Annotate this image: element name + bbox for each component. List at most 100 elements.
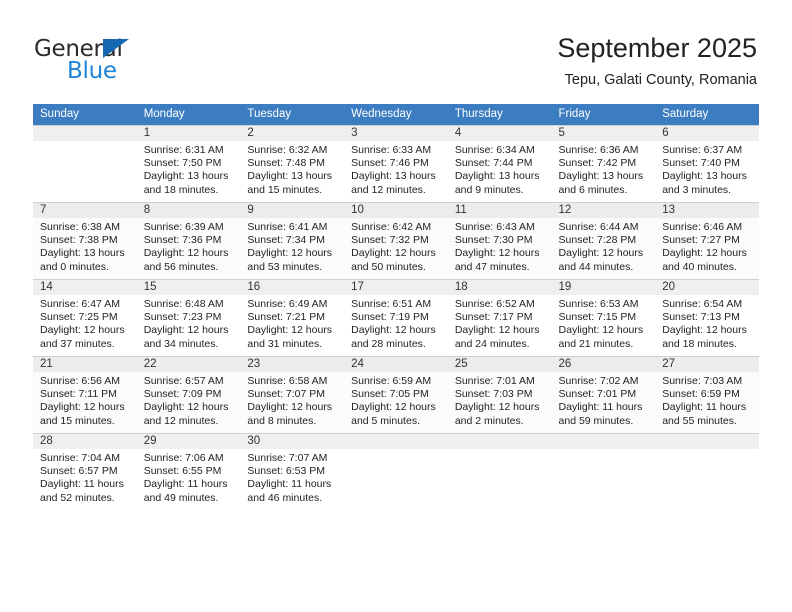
sunrise-text: Sunrise: 6:44 AM	[558, 221, 639, 233]
day-number	[447, 434, 552, 449]
day-number: 28	[33, 434, 137, 449]
daylight-text-line2: and 9 minutes.	[454, 183, 524, 196]
daylight-text-line1: Daylight: 12 hours	[558, 247, 644, 260]
day-cell[interactable]: 12 Sunrise: 6:44 AM Sunset: 7:28 PM Dayl…	[551, 202, 656, 280]
daylight-text-line2: and 18 minutes.	[662, 337, 737, 350]
day-cell[interactable]: 6 Sunrise: 6:37 AM Sunset: 7:40 PM Dayli…	[655, 125, 759, 203]
sunset-text: Sunset: 7:44 PM	[454, 157, 533, 170]
day-cell[interactable]: 7 Sunrise: 6:38 AM Sunset: 7:38 PM Dayli…	[33, 202, 137, 280]
day-details: Sunrise: 6:43 AM Sunset: 7:30 PM Dayligh…	[448, 218, 552, 274]
sunset-text: Sunset: 7:11 PM	[40, 388, 117, 401]
day-number	[551, 434, 656, 449]
day-cell[interactable]: 20 Sunrise: 6:54 AM Sunset: 7:13 PM Dayl…	[655, 279, 759, 357]
weekday-header-sunday: Sunday	[33, 104, 137, 126]
daylight-text-line1: Daylight: 12 hours	[143, 247, 229, 260]
weekday-header-row: Sunday Monday Tuesday Wednesday Thursday…	[33, 104, 759, 126]
daylight-text-line1: Daylight: 12 hours	[558, 324, 644, 337]
day-cell[interactable]: 28 Sunrise: 7:04 AM Sunset: 6:57 PM Dayl…	[33, 433, 137, 510]
day-cell[interactable]: 25 Sunrise: 7:01 AM Sunset: 7:03 PM Dayl…	[447, 356, 552, 434]
day-cell[interactable]: 4 Sunrise: 6:34 AM Sunset: 7:44 PM Dayli…	[447, 125, 552, 203]
day-details: Sunrise: 6:57 AM Sunset: 7:09 PM Dayligh…	[137, 372, 241, 428]
day-number: 24	[344, 357, 448, 372]
day-cell[interactable]: 24 Sunrise: 6:59 AM Sunset: 7:05 PM Dayl…	[344, 356, 448, 434]
day-cell[interactable]: 29 Sunrise: 7:06 AM Sunset: 6:55 PM Dayl…	[136, 433, 241, 510]
sunrise-text: Sunrise: 7:03 AM	[662, 375, 743, 387]
day-cell[interactable]: 23 Sunrise: 6:58 AM Sunset: 7:07 PM Dayl…	[240, 356, 345, 434]
logo-triangle-icon	[103, 39, 129, 58]
day-details: Sunrise: 6:59 AM Sunset: 7:05 PM Dayligh…	[344, 372, 448, 428]
daylight-text-line2: and 34 minutes.	[143, 337, 219, 350]
day-details: Sunrise: 6:44 AM Sunset: 7:28 PM Dayligh…	[552, 218, 656, 274]
day-cell[interactable]: 26 Sunrise: 7:02 AM Sunset: 7:01 PM Dayl…	[551, 356, 656, 434]
daylight-text-line2: and 18 minutes.	[143, 183, 219, 196]
day-details: Sunrise: 6:53 AM Sunset: 7:15 PM Dayligh…	[552, 295, 656, 351]
day-number: 14	[33, 280, 137, 295]
daylight-text-line2: and 24 minutes.	[454, 337, 530, 350]
daylight-text-line1: Daylight: 11 hours	[558, 401, 643, 414]
sunrise-text: Sunrise: 6:32 AM	[247, 144, 328, 156]
daylight-text-line2: and 15 minutes.	[247, 183, 323, 196]
day-cell	[551, 433, 656, 510]
day-cell[interactable]: 18 Sunrise: 6:52 AM Sunset: 7:17 PM Dayl…	[447, 279, 552, 357]
day-details: Sunrise: 6:49 AM Sunset: 7:21 PM Dayligh…	[240, 295, 344, 351]
sunrise-text: Sunrise: 6:58 AM	[247, 375, 328, 387]
daylight-text-line1: Daylight: 13 hours	[40, 247, 125, 260]
day-cell[interactable]: 22 Sunrise: 6:57 AM Sunset: 7:09 PM Dayl…	[136, 356, 241, 434]
day-cell[interactable]: 14 Sunrise: 6:47 AM Sunset: 7:25 PM Dayl…	[33, 279, 137, 357]
daylight-text-line1: Daylight: 12 hours	[454, 324, 540, 337]
day-details: Sunrise: 6:56 AM Sunset: 7:11 PM Dayligh…	[33, 372, 137, 428]
day-number: 8	[136, 203, 241, 218]
daylight-text-line1: Daylight: 12 hours	[351, 401, 436, 414]
daylight-text-line2: and 47 minutes.	[454, 260, 530, 273]
sunset-text: Sunset: 7:07 PM	[247, 388, 326, 401]
daylight-text-line2: and 6 minutes.	[558, 183, 628, 196]
day-cell[interactable]: 30 Sunrise: 7:07 AM Sunset: 6:53 PM Dayl…	[240, 433, 345, 510]
day-cell[interactable]: 11 Sunrise: 6:43 AM Sunset: 7:30 PM Dayl…	[447, 202, 552, 280]
day-cell[interactable]: 19 Sunrise: 6:53 AM Sunset: 7:15 PM Dayl…	[551, 279, 656, 357]
day-cell[interactable]: 15 Sunrise: 6:48 AM Sunset: 7:23 PM Dayl…	[136, 279, 241, 357]
daylight-text-line2: and 56 minutes.	[143, 260, 219, 273]
day-cell[interactable]: 3 Sunrise: 6:33 AM Sunset: 7:46 PM Dayli…	[344, 125, 448, 203]
logo-text-blue: Blue	[67, 58, 117, 84]
daylight-text-line2: and 0 minutes.	[40, 260, 109, 273]
day-number	[33, 126, 137, 141]
sunrise-text: Sunrise: 6:39 AM	[143, 221, 224, 233]
day-cell[interactable]: 1 Sunrise: 6:31 AM Sunset: 7:50 PM Dayli…	[136, 125, 241, 203]
sunrise-text: Sunrise: 6:38 AM	[40, 221, 120, 233]
day-cell[interactable]: 17 Sunrise: 6:51 AM Sunset: 7:19 PM Dayl…	[344, 279, 448, 357]
day-cell[interactable]: 27 Sunrise: 7:03 AM Sunset: 6:59 PM Dayl…	[655, 356, 759, 434]
daylight-text-line2: and 55 minutes.	[662, 414, 737, 427]
day-number: 29	[136, 434, 241, 449]
daylight-text-line2: and 2 minutes.	[454, 414, 524, 427]
sunset-text: Sunset: 7:38 PM	[40, 234, 118, 247]
daylight-text-line2: and 15 minutes.	[40, 414, 115, 427]
day-cell[interactable]: 21 Sunrise: 6:56 AM Sunset: 7:11 PM Dayl…	[33, 356, 137, 434]
weekday-header-monday: Monday	[136, 104, 241, 126]
daylight-text-line1: Daylight: 12 hours	[454, 247, 540, 260]
day-cell[interactable]: 16 Sunrise: 6:49 AM Sunset: 7:21 PM Dayl…	[240, 279, 345, 357]
day-details: Sunrise: 6:31 AM Sunset: 7:50 PM Dayligh…	[137, 141, 241, 197]
sunrise-text: Sunrise: 6:31 AM	[143, 144, 224, 156]
day-details: Sunrise: 6:34 AM Sunset: 7:44 PM Dayligh…	[448, 141, 552, 197]
generalblue-logo[interactable]: General Blue	[34, 36, 234, 86]
day-details: Sunrise: 7:03 AM Sunset: 6:59 PM Dayligh…	[655, 372, 759, 428]
day-cell[interactable]: 9 Sunrise: 6:41 AM Sunset: 7:34 PM Dayli…	[240, 202, 345, 280]
day-cell[interactable]: 8 Sunrise: 6:39 AM Sunset: 7:36 PM Dayli…	[136, 202, 241, 280]
day-cell	[344, 433, 448, 510]
day-cell[interactable]: 10 Sunrise: 6:42 AM Sunset: 7:32 PM Dayl…	[344, 202, 448, 280]
day-cell[interactable]: 13 Sunrise: 6:46 AM Sunset: 7:27 PM Dayl…	[655, 202, 759, 280]
calendar-week-row: 21 Sunrise: 6:56 AM Sunset: 7:11 PM Dayl…	[33, 356, 759, 434]
day-cell[interactable]: 2 Sunrise: 6:32 AM Sunset: 7:48 PM Dayli…	[240, 125, 345, 203]
day-cell	[655, 433, 759, 510]
daylight-text-line2: and 44 minutes.	[558, 260, 634, 273]
daylight-text-line1: Daylight: 12 hours	[662, 324, 747, 337]
daylight-text-line1: Daylight: 13 hours	[143, 170, 229, 183]
sunset-text: Sunset: 7:40 PM	[662, 157, 740, 170]
daylight-text-line1: Daylight: 12 hours	[662, 247, 747, 260]
sunrise-text: Sunrise: 6:36 AM	[558, 144, 639, 156]
sunset-text: Sunset: 6:55 PM	[143, 465, 222, 478]
page-subtitle: Tepu, Galati County, Romania	[564, 72, 757, 88]
day-cell[interactable]: 5 Sunrise: 6:36 AM Sunset: 7:42 PM Dayli…	[551, 125, 656, 203]
sunrise-text: Sunrise: 7:07 AM	[247, 452, 328, 464]
day-details: Sunrise: 6:32 AM Sunset: 7:48 PM Dayligh…	[240, 141, 344, 197]
